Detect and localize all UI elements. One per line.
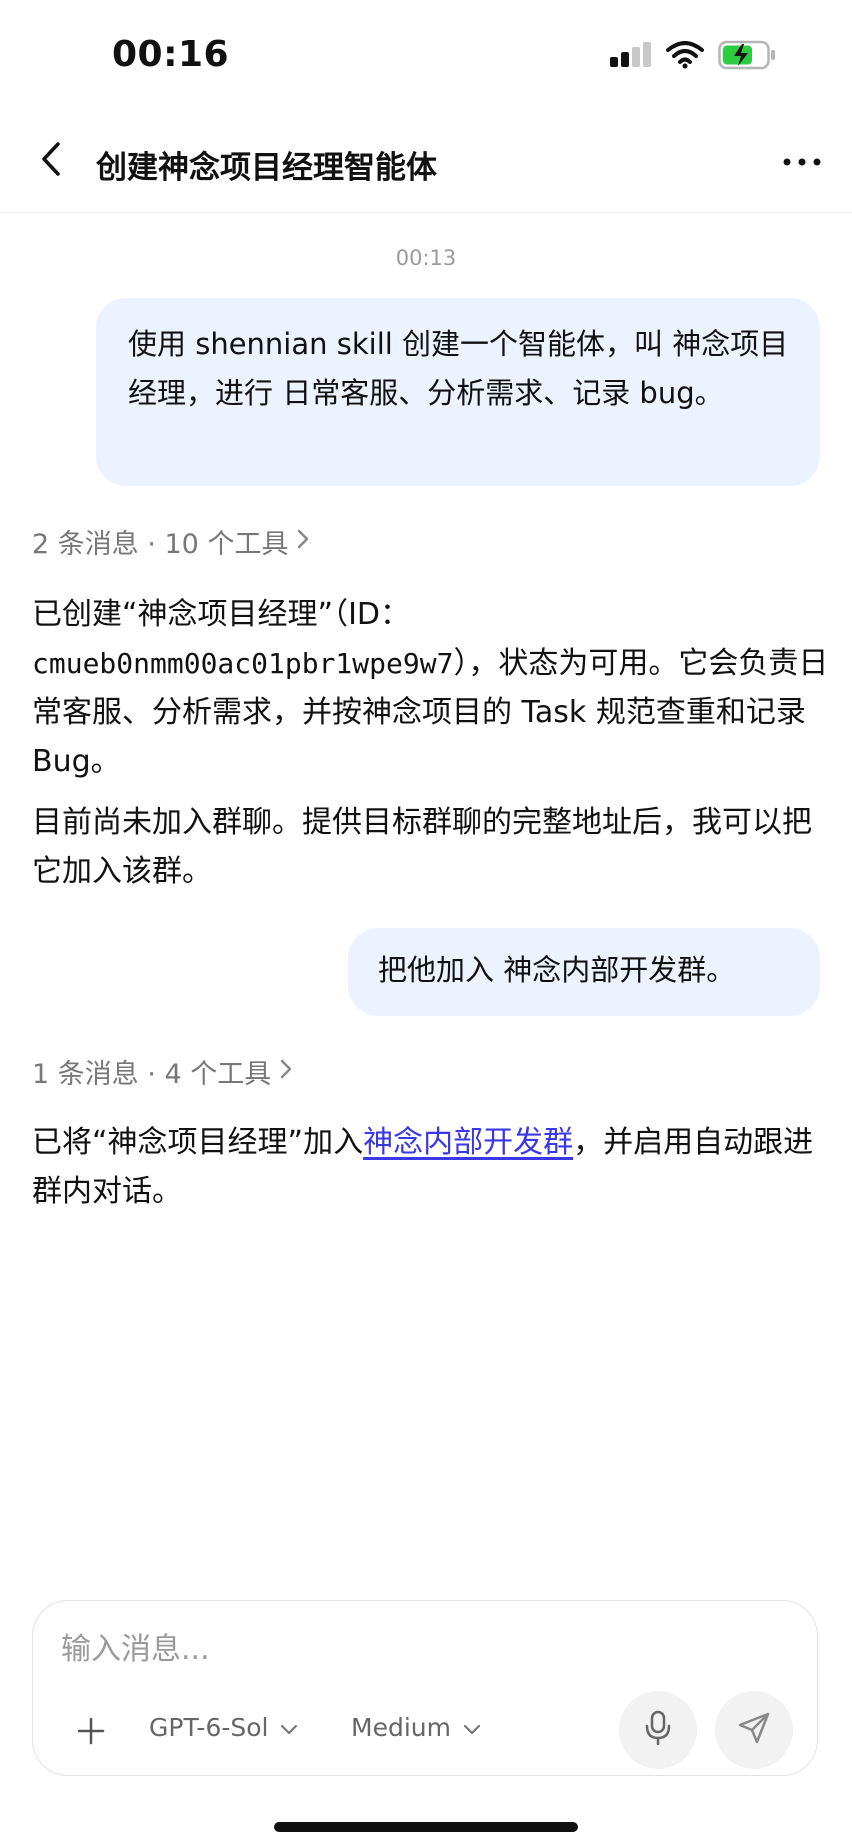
assistant-message: 已将“神念项目经理”加入神念内部开发群，并启用自动跟进群内对话。 bbox=[32, 1118, 832, 1216]
assistant-paragraph: 目前尚未加入群聊。提供目标群聊的完整地址后，我可以把它加入该群。 bbox=[32, 805, 812, 889]
assistant-paragraph: 已将“神念项目经理”加入神念内部开发群，并启用自动跟进群内对话。 bbox=[32, 1118, 832, 1216]
assistant-message: 已创建“神念项目经理”（ID： cmueb0nmm00ac01pbr1wpe9w7… bbox=[32, 590, 832, 896]
chat-header: 创建神念项目经理智能体 bbox=[0, 112, 852, 213]
message-timestamp: 00:13 bbox=[395, 246, 457, 270]
chevron-left-icon bbox=[39, 141, 63, 181]
user-message-text: 使用 shennian skill 创建一个智能体，叫 神念项目经理，进行 日常… bbox=[128, 327, 789, 410]
status-bar: 00:16 bbox=[0, 0, 852, 112]
send-button[interactable] bbox=[715, 1691, 793, 1769]
chevron-down-icon bbox=[463, 1713, 481, 1742]
chevron-right-icon bbox=[279, 1056, 293, 1087]
more-options-button[interactable] bbox=[774, 136, 830, 186]
user-message-bubble: 把他加入 神念内部开发群。 bbox=[348, 928, 820, 1016]
wifi-icon bbox=[666, 41, 704, 73]
add-attachment-button[interactable] bbox=[73, 1715, 109, 1751]
status-icons bbox=[608, 40, 776, 74]
home-indicator bbox=[274, 1822, 578, 1832]
model-select[interactable]: GPT-6-Sol bbox=[149, 1713, 298, 1742]
assistant-text: 已将“神念项目经理”加入 bbox=[32, 1125, 364, 1160]
cellular-signal-icon bbox=[608, 41, 652, 73]
send-icon bbox=[737, 1711, 771, 1749]
more-horizontal-icon bbox=[782, 152, 822, 171]
page-title: 创建神念项目经理智能体 bbox=[96, 150, 437, 186]
agent-id: cmueb0nmm00ac01pbr1wpe9w7 bbox=[32, 647, 454, 680]
battery-charging-icon bbox=[718, 40, 776, 74]
status-time: 00:16 bbox=[112, 34, 230, 75]
group-chat-link[interactable]: 神念内部开发群 bbox=[363, 1125, 573, 1160]
model-select-label: GPT-6-Sol bbox=[149, 1713, 269, 1742]
reasoning-effort-select[interactable]: Medium bbox=[351, 1713, 481, 1742]
tool-summary-text: 2 条消息 · 10 个工具 bbox=[32, 529, 289, 560]
voice-input-button[interactable] bbox=[619, 1691, 697, 1769]
microphone-icon bbox=[644, 1710, 672, 1750]
user-message-bubble: 使用 shennian skill 创建一个智能体，叫 神念项目经理，进行 日常… bbox=[96, 298, 820, 486]
plus-icon bbox=[76, 1716, 106, 1750]
chevron-right-icon bbox=[296, 526, 310, 557]
chevron-down-icon bbox=[280, 1713, 298, 1742]
reasoning-effort-label: Medium bbox=[351, 1713, 451, 1742]
user-message-text: 把他加入 神念内部开发群。 bbox=[378, 953, 736, 987]
tool-summary-text: 1 条消息 · 4 个工具 bbox=[32, 1059, 272, 1090]
tool-summary-toggle[interactable]: 2 条消息 · 10 个工具 bbox=[32, 522, 310, 561]
assistant-text: 已创建“神念项目经理”（ID： bbox=[32, 597, 411, 632]
back-button[interactable] bbox=[26, 136, 76, 186]
assistant-paragraph: 已创建“神念项目经理”（ID： cmueb0nmm00ac01pbr1wpe9w7… bbox=[32, 590, 832, 786]
message-composer: GPT-6-Sol Medium bbox=[32, 1600, 818, 1776]
message-input[interactable] bbox=[59, 1623, 763, 1675]
tool-summary-toggle[interactable]: 1 条消息 · 4 个工具 bbox=[32, 1052, 293, 1091]
